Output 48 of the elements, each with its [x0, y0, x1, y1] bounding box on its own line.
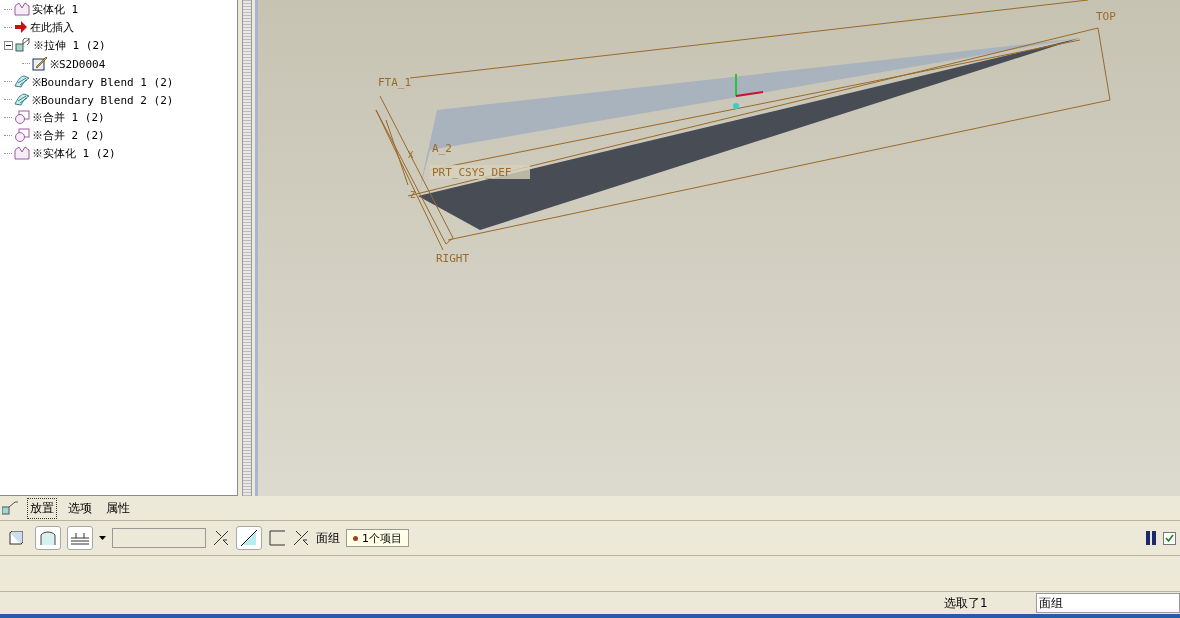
dashboard-tab[interactable]: 属性	[104, 498, 132, 518]
datum-label: Z	[410, 190, 416, 200]
arrow-icon	[14, 21, 28, 33]
surface-type-button[interactable]	[35, 526, 61, 550]
datum-label: X	[408, 150, 414, 160]
blend-surface-icon	[14, 92, 30, 106]
remove-material-button[interactable]	[236, 526, 262, 550]
tree-item[interactable]: ※Boundary Blend 2 (2)	[32, 91, 174, 107]
flip-direction-icon[interactable]	[212, 529, 230, 547]
depth-lines-icon	[70, 530, 90, 546]
tree-item[interactable]: 在此插入	[30, 19, 74, 35]
solidify-icon	[14, 2, 30, 16]
datum-label: RIGHT	[436, 252, 470, 265]
datum-label: FTA_1	[378, 76, 412, 89]
dashboard-tab[interactable]: 放置	[28, 498, 56, 518]
merge-icon	[14, 110, 30, 124]
tree-item[interactable]: ※Boundary Blend 1 (2)	[32, 73, 174, 89]
datum-label: A_2	[432, 142, 452, 155]
sketch-icon	[32, 55, 48, 71]
quilt-collector[interactable]: 1个项目	[346, 529, 409, 547]
merge-icon	[14, 128, 30, 142]
extrude-icon	[2, 501, 18, 515]
selection-filter-field[interactable]: 面组	[1036, 593, 1180, 613]
thicken-icon[interactable]	[268, 530, 286, 546]
dashboard-tab[interactable]: 选项	[66, 498, 94, 518]
tree-item[interactable]: ※实体化 1 (2)	[32, 145, 116, 161]
dropdown-caret-icon[interactable]	[99, 536, 106, 540]
solidify-icon	[14, 146, 30, 160]
tree-item[interactable]: ※合并 2 (2)	[32, 127, 105, 143]
flip-direction-icon[interactable]	[292, 529, 310, 547]
pause-icon[interactable]	[1145, 531, 1157, 545]
coordinate-triad-drawing	[733, 73, 764, 109]
extrude-icon	[15, 38, 31, 52]
confirm-check-icon[interactable]	[1163, 531, 1176, 545]
solid-block-icon	[9, 531, 23, 545]
tree-item[interactable]: 实体化 1	[32, 1, 79, 17]
depth-input-field[interactable]	[112, 528, 206, 548]
status-message: 选取了1	[944, 594, 989, 612]
tree-item[interactable]: ※S2D0004	[50, 55, 106, 71]
surface-icon	[39, 530, 57, 546]
datum-label: TOP	[1096, 10, 1116, 23]
depth-option-button[interactable]	[67, 526, 93, 550]
quilt-label: 面组	[316, 529, 340, 547]
tree-item[interactable]: ※合并 1 (2)	[32, 109, 105, 125]
collapse-toggle[interactable]	[4, 40, 13, 50]
datum-label: PRT_CSYS_DEF	[432, 166, 512, 179]
blend-surface-icon	[14, 74, 30, 88]
tree-item[interactable]: ※拉伸 1 (2)	[33, 37, 106, 53]
